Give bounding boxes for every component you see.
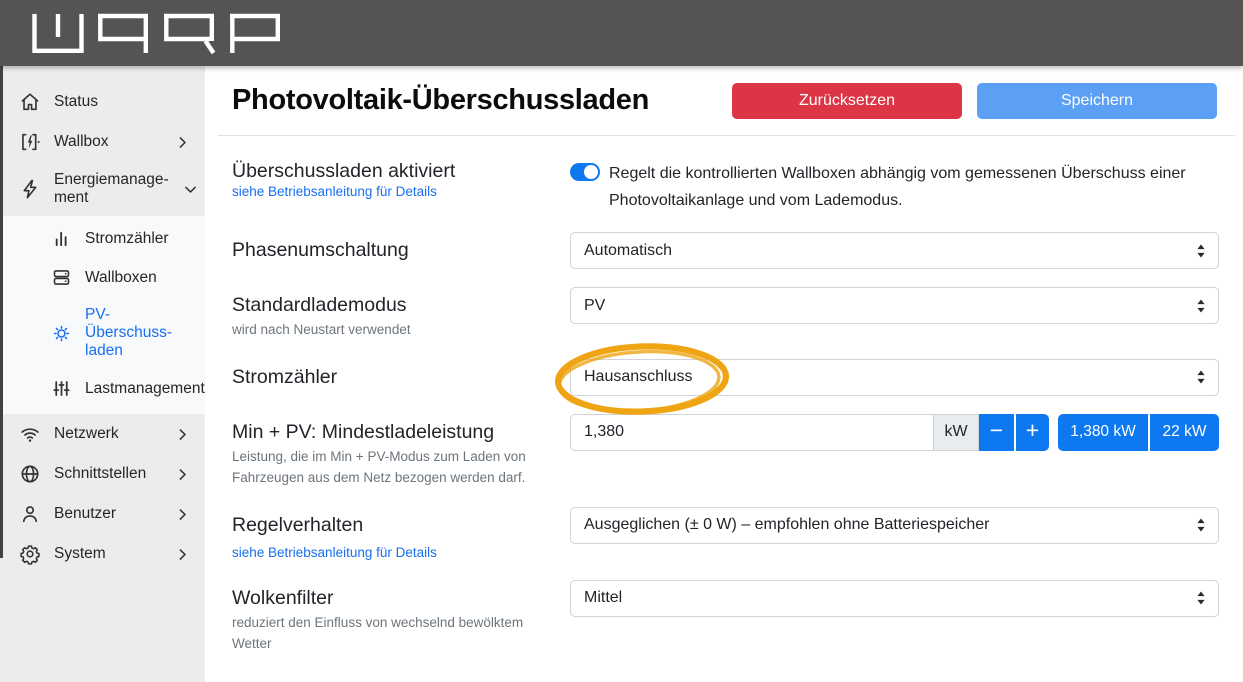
sidebar-item-label: Benutzer	[54, 505, 161, 523]
globe-icon	[19, 463, 41, 485]
sidebar-item-label: Status	[54, 93, 172, 111]
sidebar-item-label: Netzwerk	[54, 425, 161, 443]
sidebar-item-energiemanagement[interactable]: Energiemanage­ment	[0, 162, 205, 216]
bar-chart-icon	[51, 228, 72, 249]
select-arrows-icon	[1196, 518, 1206, 533]
sidebar-item-system[interactable]: System	[0, 534, 205, 574]
gear-icon	[19, 543, 41, 565]
sidebar-item-netzwerk[interactable]: Netzwerk	[0, 414, 205, 454]
enabled-toggle[interactable]	[570, 163, 600, 181]
sidebar-item-status[interactable]: Status	[0, 82, 205, 122]
home-icon	[19, 91, 41, 113]
toggle-knob	[584, 165, 598, 179]
field-label: Standardlademodus	[232, 287, 552, 324]
form-row-minpower: Min + PV: Mindestladeleistung Leistung, …	[218, 414, 1219, 489]
sidebar-item-label: Wallbox	[54, 133, 161, 151]
select-value: Automatisch	[584, 242, 672, 260]
meter-select[interactable]: Hausanschluss	[570, 359, 1219, 396]
user-icon	[19, 503, 41, 525]
form-row-phase: Phasenumschaltung Automatisch	[218, 232, 1219, 269]
phase-select[interactable]: Automatisch	[570, 232, 1219, 269]
wifi-icon	[19, 423, 41, 445]
select-arrows-icon	[1196, 298, 1206, 313]
form-row-enabled: Überschussladen aktiviert siehe Betriebs…	[218, 160, 1219, 214]
settings-form: Überschussladen aktiviert siehe Betriebs…	[218, 136, 1243, 655]
max-preset-button[interactable]: 22 kW	[1148, 414, 1219, 451]
sidebar-item-pv-ueberschussladen[interactable]: PV-Überschuss­laden	[0, 297, 205, 369]
server-stack-icon	[51, 267, 72, 288]
increment-button[interactable]: +	[1014, 414, 1049, 451]
decrement-button[interactable]: −	[979, 414, 1014, 451]
energiemanagement-submenu: Stromzähler Wallboxen PV-Überschuss­lade…	[0, 216, 205, 414]
sidebar-item-label: Lastmanagement	[85, 380, 203, 398]
app-header	[0, 0, 1243, 66]
field-label: Stromzähler	[232, 359, 552, 396]
sidebar-item-wallbox[interactable]: Wallbox	[0, 122, 205, 162]
select-value: Ausgeglichen (± 0 W) – empfohlen ohne Ba…	[584, 516, 989, 534]
energy-bolt-icon	[19, 178, 41, 200]
field-note: reduziert den Einfluss von wechselnd bew…	[232, 613, 544, 655]
field-label: Phasenumschaltung	[232, 232, 552, 269]
sidebar: Status Wallbox Energiemanage­ment Stromz…	[0, 66, 205, 682]
sidebar-item-wallboxen[interactable]: Wallboxen	[0, 258, 205, 297]
field-description: Regelt die kontrollierten Wallboxen abhä…	[609, 160, 1191, 214]
chevron-right-icon	[174, 466, 191, 483]
chevron-down-icon	[182, 181, 199, 198]
field-label: Regelverhalten	[232, 507, 552, 544]
form-row-meter: Stromzähler Hausanschluss	[218, 359, 1219, 396]
manual-link[interactable]: siehe Betriebsanleitung für Details	[232, 183, 437, 201]
header-buttons: Zurücksetzen Speichern	[732, 83, 1235, 119]
chevron-right-icon	[174, 134, 191, 151]
cloud-filter-select[interactable]: Mittel	[570, 580, 1219, 617]
manual-link[interactable]: siehe Betriebsanleitung für Details	[232, 544, 437, 562]
form-row-mode: Standardlademodus wird nach Neustart ver…	[218, 287, 1219, 341]
field-label: Wolkenfilter	[232, 580, 552, 617]
control-behaviour-select[interactable]: Ausgeglichen (± 0 W) – empfohlen ohne Ba…	[570, 507, 1219, 544]
save-button[interactable]: Speichern	[977, 83, 1217, 119]
chevron-right-icon	[174, 506, 191, 523]
min-preset-button[interactable]: 1,380 kW	[1058, 414, 1148, 451]
sidebar-item-stromzaehler[interactable]: Stromzähler	[0, 219, 205, 258]
select-arrows-icon	[1196, 591, 1206, 606]
field-note: wird nach Neustart verwendet	[232, 320, 544, 341]
sidebar-item-label: Stromzähler	[85, 230, 191, 248]
page-title: Photovoltaik-Überschussladen	[232, 84, 649, 117]
chevron-right-icon	[174, 426, 191, 443]
sidebar-item-benutzer[interactable]: Benutzer	[0, 494, 205, 534]
sidebar-item-label: System	[54, 545, 161, 563]
field-label: Überschussladen aktiviert	[232, 160, 552, 183]
wallbox-icon	[19, 131, 41, 153]
select-arrows-icon	[1196, 370, 1206, 385]
page-header: Photovoltaik-Überschussladen Zurücksetze…	[218, 66, 1235, 136]
sidebar-item-label: PV-Überschuss­laden	[85, 306, 191, 360]
select-value: PV	[584, 297, 605, 315]
form-row-control: Regelverhalten siehe Betriebsanleitung f…	[218, 507, 1219, 562]
field-note: Leistung, die im Min + PV-Modus zum Lade…	[232, 447, 544, 489]
spacer	[1049, 414, 1058, 451]
sidebar-item-label: Energiemanage­ment	[54, 171, 169, 207]
sidebar-item-label: Wallboxen	[85, 269, 191, 287]
sidebar-item-label: Schnittstellen	[54, 465, 161, 483]
select-value: Mittel	[584, 589, 622, 607]
unit-addon: kW	[933, 414, 979, 451]
reset-button[interactable]: Zurücksetzen	[732, 83, 962, 119]
scrollbar-thumb[interactable]	[0, 66, 3, 558]
field-label: Min + PV: Mindestladeleistung	[232, 414, 552, 451]
sidebar-item-schnittstellen[interactable]: Schnittstellen	[0, 454, 205, 494]
main-content: Photovoltaik-Überschussladen Zurücksetze…	[205, 66, 1243, 682]
sidebar-item-lastmanagement[interactable]: Lastmanagement	[0, 369, 205, 408]
warp-logo	[30, 11, 288, 55]
mode-select[interactable]: PV	[570, 287, 1219, 324]
chevron-right-icon	[174, 546, 191, 563]
sun-icon	[51, 323, 72, 344]
select-arrows-icon	[1196, 243, 1206, 258]
select-value: Hausanschluss	[584, 368, 693, 386]
form-row-cloud: Wolkenfilter reduziert den Einfluss von …	[218, 580, 1219, 655]
sliders-icon	[51, 378, 72, 399]
min-power-input[interactable]	[570, 414, 933, 451]
